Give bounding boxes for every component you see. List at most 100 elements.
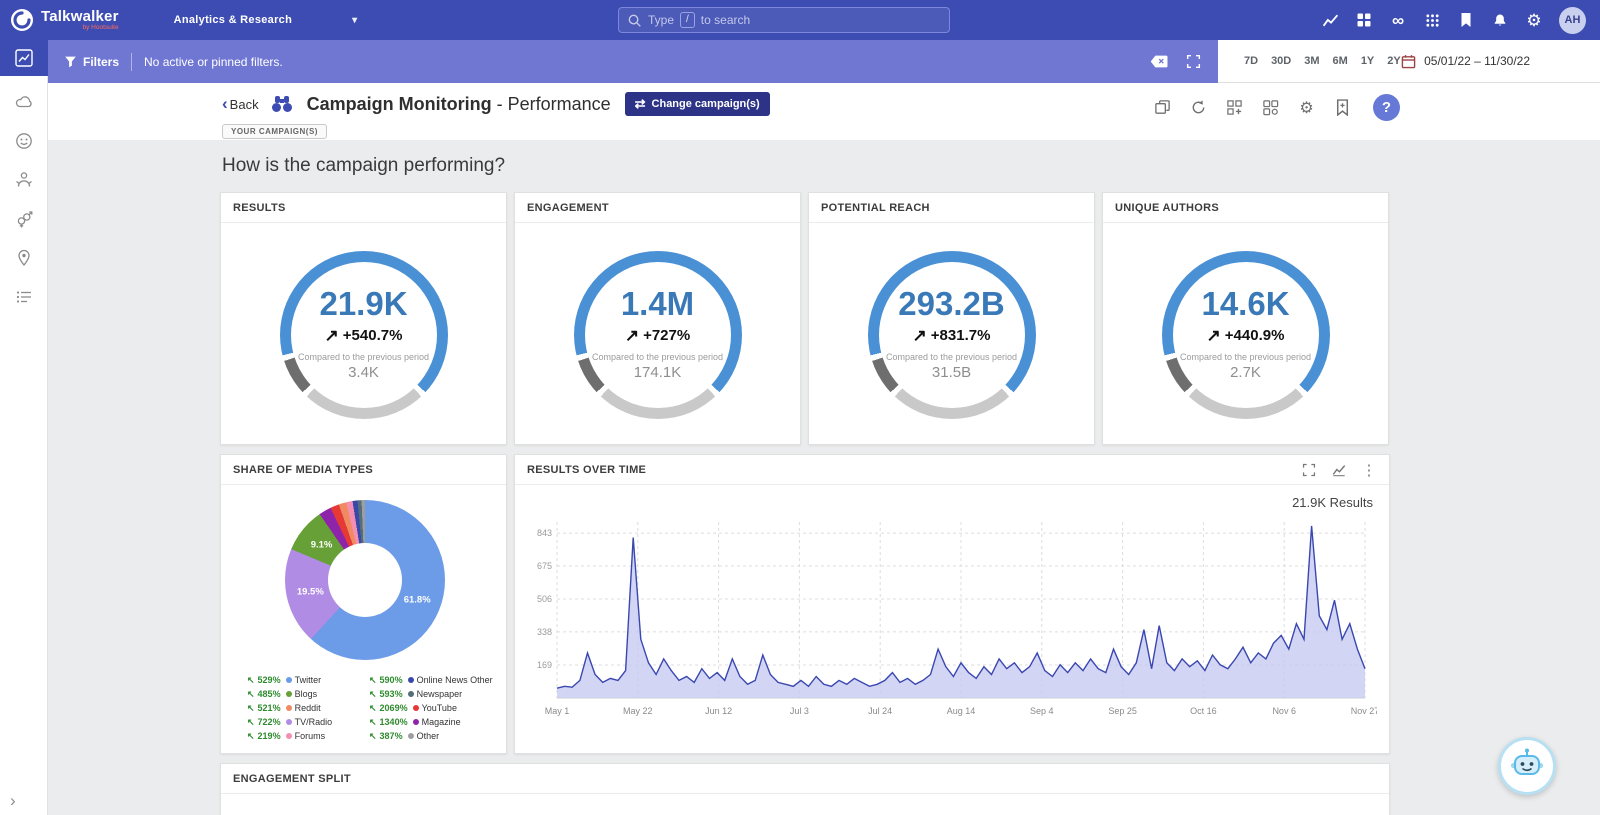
kpi-delta: +831.7% (931, 327, 991, 344)
filter-bar: Filters No active or pinned filters. 7D 3… (48, 40, 1600, 83)
change-campaign-button[interactable]: ⇄ Change campaign(s) (625, 92, 770, 116)
svg-text:506: 506 (537, 594, 552, 604)
kpi-value: 293.2B (898, 287, 1004, 322)
trend-up-icon: ↗ (325, 327, 339, 344)
clear-filters-icon[interactable] (1150, 53, 1168, 71)
bookmark-icon[interactable] (1457, 11, 1475, 29)
legend-item-blogs[interactable]: ↖485%Blogs (247, 687, 369, 701)
results-chart[interactable]: May 1May 22Jun 12Jul 3Jul 24Aug 14Sep 4S… (521, 512, 1377, 724)
add-widget-icon[interactable] (1261, 98, 1280, 117)
duplicate-icon[interactable] (1153, 98, 1172, 117)
date-range-picker[interactable]: 05/01/22 – 11/30/22 (1401, 54, 1530, 69)
legend-item-twitter[interactable]: ↖529%Twitter (247, 673, 369, 687)
kpi-delta: +727% (643, 327, 690, 344)
kebab-menu-icon[interactable]: ⋮ (1361, 462, 1377, 478)
search-placeholder-prefix: Type (648, 13, 674, 27)
legend-item-magazine[interactable]: ↖1340%Magazine (369, 715, 505, 729)
sidebar-item-assistant[interactable] (0, 160, 48, 199)
sidebar-expand-chevron[interactable]: › (10, 791, 16, 811)
legend-item-reddit[interactable]: ↖521%Reddit (247, 701, 369, 715)
robot-icon (1507, 746, 1547, 786)
expand-chart-icon[interactable] (1301, 462, 1317, 478)
legend-item-forums[interactable]: ↖219%Forums (247, 729, 369, 743)
apps-grid-icon[interactable] (1423, 11, 1441, 29)
sidebar-item-data-sources[interactable] (0, 82, 48, 121)
dashboards-icon[interactable] (1355, 11, 1373, 29)
sidebar-item-analytics[interactable] (0, 40, 48, 76)
logo-icon (10, 8, 34, 32)
filter-status-text: No active or pinned filters. (144, 55, 283, 69)
kpi-card-title: POTENTIAL REACH (821, 202, 930, 214)
legend-item-youtube[interactable]: ↖2069%YouTube (369, 701, 505, 715)
kpi-value: 14.6K (1201, 287, 1289, 322)
save-view-icon[interactable] (1333, 98, 1352, 117)
workspace-selector[interactable]: Analytics & Research ▾ (174, 14, 358, 26)
back-button[interactable]: ‹ Back (222, 97, 259, 112)
media-types-title: SHARE OF MEDIA TYPES (233, 464, 373, 476)
notifications-bell-icon[interactable] (1491, 11, 1509, 29)
user-avatar[interactable]: AH (1559, 7, 1586, 34)
svg-text:Oct 16: Oct 16 (1190, 706, 1217, 716)
gender-icons (14, 209, 34, 229)
range-button-7d[interactable]: 7D (1244, 55, 1258, 67)
sidebar-item-geography[interactable] (0, 238, 48, 277)
refresh-icon[interactable] (1189, 98, 1208, 117)
campaign-tag-chip[interactable]: YOUR CAMPAIGN(S) (222, 124, 327, 139)
legend-item-online-news-other[interactable]: ↖590%Online News Other (369, 673, 505, 687)
kpi-compare-label: Compared to the previous period (592, 352, 723, 362)
svg-text:Jul 3: Jul 3 (790, 706, 809, 716)
smiley-icon (14, 131, 34, 151)
svg-text:843: 843 (537, 528, 552, 538)
range-button-2y[interactable]: 2Y (1387, 55, 1400, 67)
sidebar-item-social[interactable] (0, 121, 48, 160)
svg-text:Sep 25: Sep 25 (1108, 706, 1137, 716)
kpi-compare-label: Compared to the previous period (1180, 352, 1311, 362)
media-donut-chart[interactable]: 61.8%19.5%9.1% (285, 500, 445, 660)
global-search-input[interactable]: Type / to search (618, 7, 950, 33)
help-button[interactable]: ? (1373, 94, 1400, 121)
chart-type-icon[interactable] (1331, 462, 1347, 478)
sidebar-item-topics[interactable] (0, 277, 48, 316)
filters-button[interactable]: Filters (64, 55, 119, 69)
performance-chart-icon[interactable] (1321, 11, 1339, 29)
logo-subtext: by Hootsuite (41, 25, 119, 32)
fullscreen-icon[interactable] (1184, 53, 1202, 71)
results-over-time-title: RESULTS OVER TIME (527, 464, 646, 476)
date-range-bar: 7D 30D 3M 6M 1Y 2Y 05/01/22 – 11/30/22 (1218, 40, 1600, 83)
kpi-card-title: RESULTS (233, 202, 286, 214)
range-button-1y[interactable]: 1Y (1361, 55, 1374, 67)
question-heading: How is the campaign performing? (222, 154, 1390, 178)
svg-text:169: 169 (537, 660, 552, 670)
range-button-3m[interactable]: 3M (1304, 55, 1319, 67)
range-button-6m[interactable]: 6M (1333, 55, 1348, 67)
kpi-previous-value: 2.7K (1230, 364, 1261, 381)
left-sidebar: › (0, 40, 48, 815)
svg-text:Jun 12: Jun 12 (705, 706, 732, 716)
talkwalker-logo[interactable]: Talkwalker by Hootsuite (10, 8, 119, 32)
kpi-gauge: 21.9K ↗ +540.7% Compared to the previous… (280, 251, 448, 419)
kpi-value: 1.4M (621, 287, 694, 322)
swap-icon: ⇄ (635, 96, 646, 112)
workspace-label: Analytics & Research (174, 14, 293, 26)
slash-key-hint: / (680, 12, 695, 28)
trend-up-icon: ↗ (625, 327, 639, 344)
cloud-icon (14, 92, 34, 112)
svg-text:338: 338 (537, 627, 552, 637)
legend-item-tv-radio[interactable]: ↖722%TV/Radio (247, 715, 369, 729)
export-widgets-icon[interactable] (1225, 98, 1244, 117)
sidebar-item-demographics[interactable] (0, 199, 48, 238)
settings-gear-icon[interactable]: ⚙ (1525, 11, 1543, 29)
header-toolbar: ⚙ ? (1153, 94, 1400, 121)
legend-item-other[interactable]: ↖387%Other (369, 729, 505, 743)
settings-icon[interactable]: ⚙ (1297, 98, 1316, 117)
media-legend: ↖529%Twitter↖485%Blogs↖521%Reddit↖722%TV… (247, 673, 505, 743)
integrations-icon[interactable]: ∞ (1389, 11, 1407, 29)
legend-item-newspaper[interactable]: ↖593%Newspaper (369, 687, 505, 701)
kpi-card: RESULTS 21.9K ↗ +540.7% Compared to the … (220, 192, 507, 445)
range-button-30d[interactable]: 30D (1271, 55, 1291, 67)
chatbot-button[interactable] (1498, 737, 1556, 795)
main-content: ‹ Back Campaign Monitoring - Performance… (48, 83, 1600, 815)
kpi-compare-label: Compared to the previous period (886, 352, 1017, 362)
svg-text:Nov 6: Nov 6 (1272, 706, 1296, 716)
trend-up-icon: ↗ (913, 327, 927, 344)
